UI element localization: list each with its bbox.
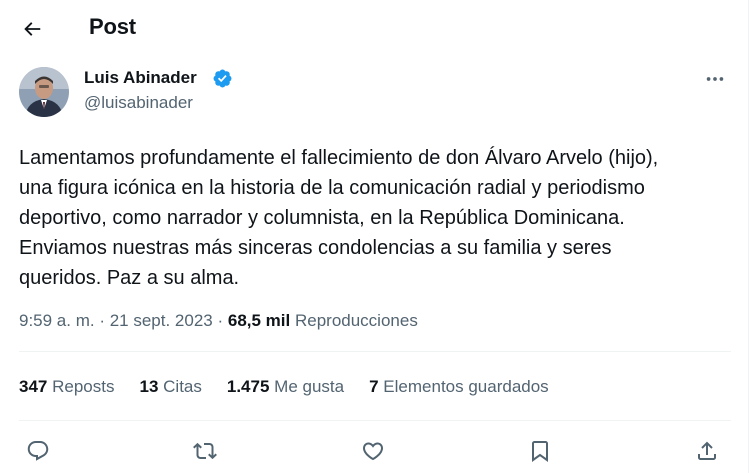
- post-date[interactable]: 21 sept. 2023: [110, 311, 213, 330]
- post-stats: 347 Reposts 13 Citas 1.475 Me gusta 7 El…: [19, 377, 574, 397]
- share-button[interactable]: [692, 436, 722, 466]
- post-meta: 9:59 a. m. · 21 sept. 2023 · 68,5 mil Re…: [19, 311, 418, 331]
- reposts-label: Reposts: [52, 377, 115, 396]
- header: Post: [0, 0, 748, 57]
- arrow-left-icon: [24, 22, 41, 36]
- post-text: Lamentamos profundamente el fallecimient…: [19, 147, 659, 289]
- reply-button[interactable]: [23, 436, 53, 466]
- quotes-count: 13: [139, 377, 159, 396]
- repost-button[interactable]: [190, 436, 220, 466]
- post-page: Post Luis Abinader @luisabinader Lamenta…: [0, 0, 749, 473]
- divider: [19, 351, 731, 352]
- bookmarks-stat[interactable]: 7 Elementos guardados: [369, 377, 549, 397]
- likes-count: 1.475: [226, 377, 270, 396]
- page-title: Post: [89, 14, 136, 39]
- views-label: Reproducciones: [294, 311, 418, 330]
- meta-separator: ·: [212, 311, 228, 330]
- author-name[interactable]: Luis Abinader: [84, 68, 197, 88]
- bookmark-button[interactable]: [525, 436, 555, 466]
- post-time[interactable]: 9:59 a. m.: [19, 311, 95, 330]
- reply-icon: [27, 441, 49, 461]
- meta-separator: ·: [94, 311, 110, 330]
- like-button[interactable]: [358, 436, 388, 466]
- views-count: 68,5 mil: [227, 311, 291, 330]
- more-horizontal-icon: [706, 77, 724, 81]
- bookmark-icon: [532, 441, 548, 462]
- more-options-button[interactable]: [697, 66, 733, 92]
- author-handle[interactable]: @luisabinader: [84, 93, 193, 113]
- avatar[interactable]: [19, 67, 69, 117]
- bookmarks-count: 7: [369, 377, 379, 396]
- divider: [19, 420, 731, 421]
- likes-stat[interactable]: 1.475 Me gusta: [227, 377, 344, 397]
- verified-badge-icon: [213, 69, 232, 88]
- quotes-label: Citas: [163, 377, 202, 396]
- likes-label: Me gusta: [274, 377, 345, 396]
- reposts-count: 347: [19, 377, 48, 396]
- back-button[interactable]: [14, 11, 50, 47]
- quotes-stat[interactable]: 13 Citas: [139, 377, 201, 397]
- repost-icon: [193, 442, 217, 460]
- bookmarks-label: Elementos guardados: [383, 377, 549, 396]
- like-icon: [362, 442, 384, 461]
- share-icon: [698, 441, 716, 460]
- reposts-stat[interactable]: 347 Reposts: [19, 377, 114, 397]
